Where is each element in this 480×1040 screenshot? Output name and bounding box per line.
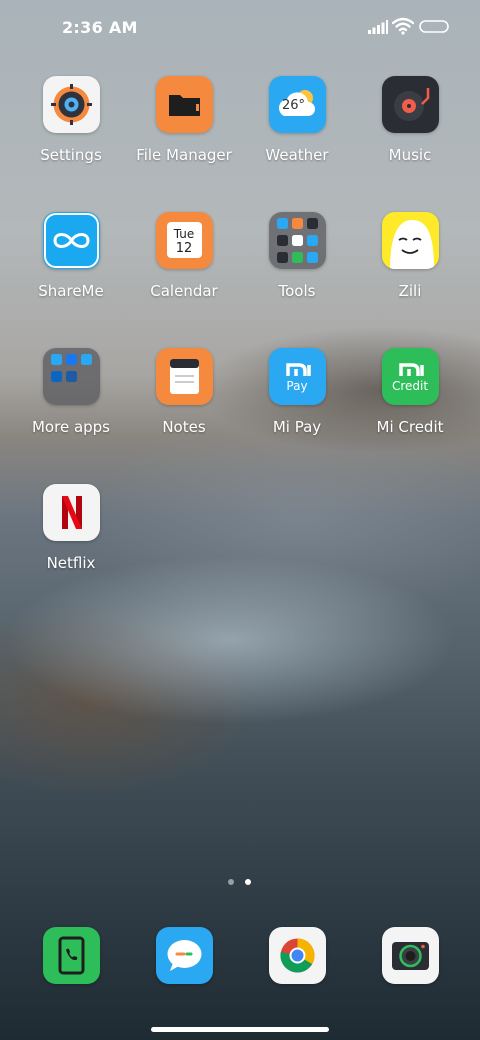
app-calendar[interactable]: Tue 12 Calendar	[129, 212, 239, 300]
mi-pay-sub: Pay	[286, 379, 308, 393]
app-label: ShareMe	[38, 282, 104, 300]
calendar-date: 12	[175, 241, 193, 256]
weather-temp: 26°	[281, 98, 306, 113]
dock-phone[interactable]	[16, 927, 126, 984]
app-mi-credit[interactable]: Credit Mi Credit	[355, 348, 465, 436]
zili-face-icon	[381, 212, 439, 269]
app-label: Netflix	[46, 554, 96, 572]
page-indicator	[228, 879, 254, 887]
app-label: Calendar	[150, 282, 218, 300]
home-indicator[interactable]	[151, 1027, 329, 1032]
app-label: Notes	[162, 418, 206, 436]
infinity-icon	[42, 212, 100, 269]
phone-icon	[42, 927, 100, 984]
app-label: Mi Pay	[272, 418, 322, 436]
app-netflix[interactable]: Netflix	[16, 484, 126, 572]
app-label: File Manager	[136, 146, 232, 164]
app-label: Weather	[265, 146, 329, 164]
dock-camera[interactable]	[355, 927, 465, 984]
mi-pay-icon: Pay	[268, 348, 326, 405]
calendar-icon: Tue 12	[155, 212, 213, 269]
signal-icon	[368, 20, 388, 34]
status-time: 2:36 AM	[62, 18, 138, 37]
app-more-apps-folder[interactable]: More apps	[16, 348, 126, 436]
page-dot-current[interactable]	[245, 879, 251, 885]
app-tools-folder[interactable]: Tools	[242, 212, 352, 300]
app-label: More apps	[31, 418, 110, 436]
dock-messages[interactable]	[129, 927, 239, 984]
weather-icon: 26°	[268, 76, 326, 133]
app-music[interactable]: Music	[355, 76, 465, 164]
app-label: Settings	[40, 146, 102, 164]
app-zili[interactable]: Zili	[355, 212, 465, 300]
page-dot[interactable]	[228, 879, 234, 885]
folder-grid-icon	[42, 348, 100, 405]
app-file-manager[interactable]: File Manager	[129, 76, 239, 164]
app-label: Music	[388, 146, 432, 164]
app-label: Tools	[278, 282, 316, 300]
wifi-icon	[392, 17, 414, 35]
app-label: Mi Credit	[376, 418, 444, 436]
app-mi-pay[interactable]: Pay Mi Pay	[242, 348, 352, 436]
music-icon	[381, 76, 439, 133]
app-shareme[interactable]: ShareMe	[16, 212, 126, 300]
app-label: Zili	[398, 282, 422, 300]
app-notes[interactable]: Notes	[129, 348, 239, 436]
mi-credit-icon: Credit	[381, 348, 439, 405]
mi-credit-sub: Credit	[391, 379, 429, 393]
status-bar: 2:36 AM	[0, 0, 480, 56]
camera-icon	[381, 927, 439, 984]
folder-grid-icon	[268, 212, 326, 269]
netflix-icon	[42, 484, 100, 541]
dock-chrome[interactable]	[242, 927, 352, 984]
notes-icon	[155, 348, 213, 405]
app-weather[interactable]: 26° Weather	[242, 76, 352, 164]
calendar-day: Tue	[173, 227, 195, 241]
folder-icon	[155, 76, 213, 133]
battery-icon	[419, 20, 449, 33]
messages-icon	[155, 927, 213, 984]
settings-icon	[42, 76, 100, 133]
app-settings[interactable]: Settings	[16, 76, 126, 164]
chrome-icon	[268, 927, 326, 984]
